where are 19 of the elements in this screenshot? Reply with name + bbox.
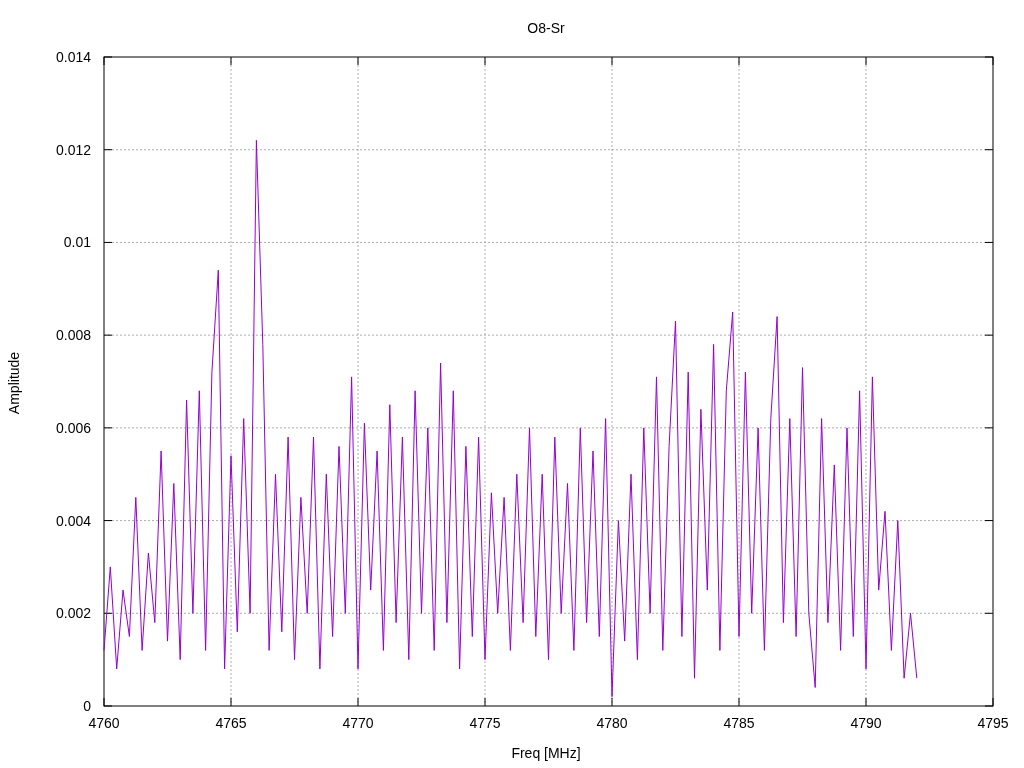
x-tick-label: 4770 [342,715,374,731]
y-tick-label: 0.002 [55,605,91,622]
x-tick-label: 4795 [977,715,1009,731]
x-tick-label: 4785 [723,715,755,731]
x-tick-label: 4790 [850,715,882,731]
y-tick-label: 0.004 [55,512,91,529]
y-tick-label: 0.012 [55,141,91,158]
y-tick-label: 0 [83,698,91,714]
x-tick-label: 4780 [596,715,628,731]
chart-title: O8-Sr [527,20,565,36]
y-tick-label: 0.014 [55,49,91,65]
y-tick-label: 0.008 [55,327,91,344]
x-tick-label: 4765 [215,715,247,731]
x-axis-label: Freq [MHz] [511,745,581,761]
x-tick-label: 4760 [88,715,120,731]
y-tick-label: 0.006 [55,419,91,436]
y-tick-label: 0.01 [63,234,91,251]
y-axis-label: Amplitude [6,351,22,415]
x-tick-label: 4775 [469,715,501,731]
